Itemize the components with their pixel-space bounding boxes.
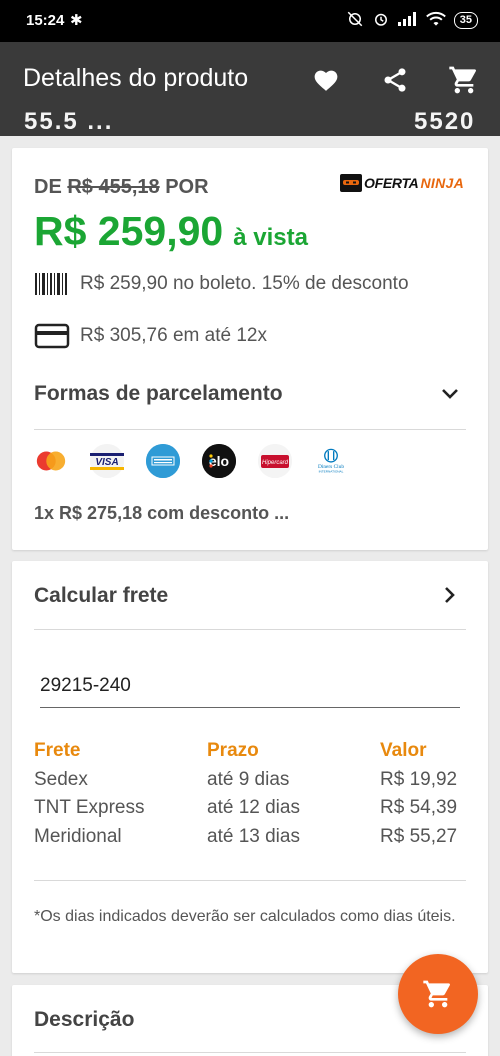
frete-valor: R$ 55,27 xyxy=(380,825,458,847)
table-row: Meridional até 13 dias R$ 55,27 xyxy=(34,823,466,852)
table-header: Frete Prazo Valor xyxy=(34,737,466,766)
status-icons: 35 xyxy=(346,10,478,31)
brand-ninja: NINJA xyxy=(420,175,464,191)
pricing-card: DE R$ 455,18 POR OFERTA NINJA R$ 259,90 … xyxy=(12,148,488,550)
card-brands: VISA elo Hipercard Diners Club INTERNATIO… xyxy=(34,444,370,478)
frete-prazo: até 13 dias xyxy=(207,825,300,847)
divider xyxy=(34,880,466,881)
svg-text:INTERNATIONAL: INTERNATIONAL xyxy=(319,470,344,474)
frete-card: Calcular frete Frete Prazo Valor Sedex a… xyxy=(12,561,488,973)
signal-icon xyxy=(397,12,418,29)
price-suffix: à vista xyxy=(233,224,308,251)
scrolled-content-left: 55.5 ... xyxy=(24,108,114,135)
boleto-text: R$ 259,90 no boleto. 15% de desconto xyxy=(80,273,409,294)
ninja-icon xyxy=(340,174,363,192)
visa-icon: VISA xyxy=(90,444,124,478)
cep-input[interactable] xyxy=(40,673,460,708)
battery-icon: 35 xyxy=(453,12,478,29)
share-icon xyxy=(384,68,406,92)
app-bar: Detalhes do produto 55.5 ... 5520 xyxy=(0,42,500,136)
old-price-line: DE R$ 455,18 POR xyxy=(34,176,209,199)
divider xyxy=(34,629,466,630)
cart-icon xyxy=(423,980,450,1008)
svg-text:Hipercard: Hipercard xyxy=(262,460,289,466)
frete-prazo: até 12 dias xyxy=(207,797,300,819)
alarm-icon xyxy=(372,10,390,31)
mastercard-icon xyxy=(34,444,68,478)
header-valor: Valor xyxy=(380,740,427,762)
frete-name: TNT Express xyxy=(34,797,145,819)
share-button[interactable] xyxy=(377,62,413,98)
cart-icon xyxy=(449,66,476,94)
scrolled-content-right: 5520 xyxy=(414,108,476,135)
price-amount: R$ 259,90 xyxy=(34,208,224,254)
frete-valor: R$ 54,39 xyxy=(380,797,458,819)
bluetooth-icon: ✱ xyxy=(70,12,83,29)
cart-button[interactable] xyxy=(446,62,482,98)
alarm-off-icon xyxy=(346,10,364,31)
frete-title[interactable]: Calcular frete xyxy=(34,584,168,608)
wifi-icon xyxy=(425,11,446,30)
add-to-cart-fab[interactable] xyxy=(398,954,478,1034)
open-frete-button[interactable] xyxy=(440,585,460,605)
header-prazo: Prazo xyxy=(207,740,259,762)
diners-club-icon: Diners Club INTERNATIONAL xyxy=(314,444,348,478)
parcelamento-title[interactable]: Formas de parcelamento xyxy=(34,382,283,406)
hipercard-icon: Hipercard xyxy=(258,444,292,478)
frete-note: *Os dias indicados deverão ser calculado… xyxy=(34,908,456,925)
frete-table: Frete Prazo Valor Sedex até 9 dias R$ 19… xyxy=(34,737,466,851)
favorite-button[interactable] xyxy=(308,62,344,98)
parcelamento-summary: 1x R$ 275,18 com desconto ... xyxy=(34,503,290,523)
expand-parcelamento-button[interactable] xyxy=(440,384,460,404)
oferta-ninja-logo: OFERTA NINJA xyxy=(340,174,464,192)
frete-prazo: até 9 dias xyxy=(207,768,290,790)
main-price: R$ 259,90 à vista xyxy=(34,208,308,255)
old-price: R$ 455,18 xyxy=(67,176,160,198)
header-frete: Frete xyxy=(34,740,81,762)
por-label: POR xyxy=(165,176,209,198)
frete-name: Meridional xyxy=(34,825,122,847)
heart-icon xyxy=(314,70,338,91)
amex-icon xyxy=(146,444,180,478)
divider xyxy=(34,429,466,430)
descricao-title[interactable]: Descrição xyxy=(34,1008,134,1032)
status-time: 15:24 xyxy=(26,12,65,29)
divider xyxy=(34,1052,466,1053)
brand-oferta: OFERTA xyxy=(364,175,419,191)
de-label: DE xyxy=(34,176,62,198)
elo-icon: elo xyxy=(202,444,236,478)
page-title: Detalhes do produto xyxy=(23,64,249,92)
status-bar: 15:24 ✱ 35 xyxy=(0,0,500,42)
table-row: TNT Express até 12 dias R$ 54,39 xyxy=(34,794,466,823)
credit-card-icon xyxy=(34,323,70,349)
cartao-text: R$ 305,76 em até 12x xyxy=(80,325,267,346)
table-row: Sedex até 9 dias R$ 19,92 xyxy=(34,766,466,795)
frete-valor: R$ 19,92 xyxy=(380,768,458,790)
chevron-right-icon xyxy=(445,587,455,603)
barcode-icon xyxy=(35,273,67,295)
chevron-down-icon xyxy=(442,389,458,399)
boleto-row: R$ 259,90 no boleto. 15% de desconto xyxy=(34,272,409,296)
credit-card-row: R$ 305,76 em até 12x xyxy=(34,323,267,349)
svg-text:VISA: VISA xyxy=(95,457,118,468)
frete-name: Sedex xyxy=(34,768,88,790)
